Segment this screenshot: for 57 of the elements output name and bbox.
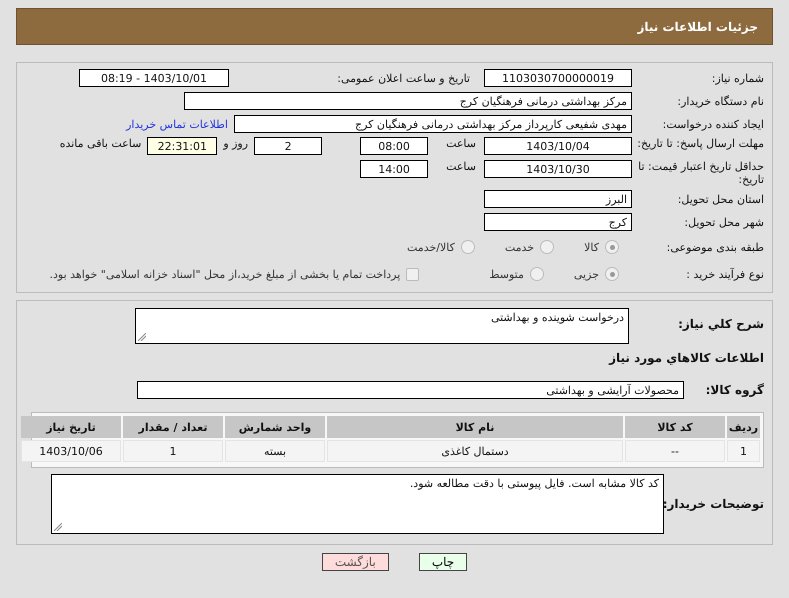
- contact-link[interactable]: اطلاعات تماس خریدار: [126, 118, 228, 130]
- table-cell: دستمال کاغذی: [327, 440, 623, 462]
- column-header: تعداد / مقدار: [123, 416, 223, 438]
- deadline-date-field[interactable]: 1403/10/04: [484, 137, 632, 155]
- column-header: تاریخ نیاز: [21, 416, 121, 438]
- checkbox-label: پرداخت تمام یا بخشی از مبلغ خرید،از محل "اسناد خزانه اسلامی" خواهد بود.: [50, 268, 400, 280]
- field-label: ایجاد کننده درخواست:: [662, 118, 764, 130]
- resize-grip-icon: [54, 523, 62, 531]
- field-label: تاریخ و ساعت اعلان عمومی:: [337, 72, 470, 84]
- validity-date-field[interactable]: 1403/10/30: [484, 160, 632, 178]
- field-label: حداقل تاریخ اعتبار قیمت: تا تاریخ:: [637, 160, 764, 186]
- table-cell: بسته: [225, 440, 325, 462]
- city-field[interactable]: کرج: [484, 213, 632, 231]
- table-cell: 1: [123, 440, 223, 462]
- province-field[interactable]: البرز: [484, 190, 632, 208]
- table-cell: 1403/10/06: [21, 440, 121, 462]
- buyer-org-field[interactable]: مرکز بهداشتی درمانی فرهنگیان کرج: [184, 92, 632, 110]
- table-cell: 1: [727, 440, 760, 462]
- back-button[interactable]: بازگشت: [322, 553, 389, 571]
- announce-date-field[interactable]: 1403/10/01 - 08:19: [79, 69, 229, 87]
- field-label: ساعت باقی مانده: [60, 137, 142, 150]
- resize-grip-icon: [138, 333, 146, 341]
- remaining-time-field[interactable]: 22:31:01: [147, 137, 218, 155]
- notes-textarea[interactable]: کد کالا مشابه است. فایل پیوستی با دقت مطالعه شود.: [51, 474, 664, 534]
- need-number-field[interactable]: 1103030700000019: [484, 69, 632, 87]
- field-label: ساعت: [446, 160, 476, 173]
- deadline-time-field[interactable]: 08:00: [360, 137, 428, 155]
- table-cell: --: [625, 440, 725, 462]
- radio-label: کالا/خدمت: [407, 240, 455, 254]
- field-label: شماره نیاز:: [710, 72, 764, 84]
- section-heading: اطلاعات كالاهاي مورد نياز: [608, 352, 764, 364]
- column-header: واحد شمارش: [225, 416, 325, 438]
- goods-group-field[interactable]: محصولات آرایشی و بهداشتی: [137, 381, 684, 399]
- field-label: روز و: [223, 137, 248, 150]
- radio-label: جزیی: [574, 268, 599, 280]
- field-label: استان محل تحویل:: [676, 192, 764, 206]
- print-button[interactable]: چاپ: [418, 553, 468, 571]
- radio-label: خدمت: [504, 240, 534, 254]
- requester-field[interactable]: مهدی شفیعی کارپرداز مرکز بهداشتی درمانی فرهنگیان کرج: [234, 115, 632, 133]
- field-label: نوع فرآیند خرید :: [685, 268, 764, 280]
- validity-time-field[interactable]: 14:00: [360, 160, 428, 178]
- column-header: نام کالا: [327, 416, 623, 438]
- field-label: توضیحات خریدار:: [664, 498, 764, 511]
- radio-label: کالا: [584, 240, 599, 254]
- radio-label: متوسط: [489, 268, 524, 280]
- field-label: شهر محل تحویل:: [683, 216, 764, 228]
- field-label: شرح كلي نياز:: [677, 318, 764, 331]
- field-label: گروه کالا:: [704, 384, 764, 396]
- summary-textarea[interactable]: درخواست شوینده و بهداشتی: [135, 308, 629, 344]
- field-label: طبقه بندی موضوعی:: [666, 240, 764, 254]
- column-header: کد کالا: [625, 416, 725, 438]
- page-header: جزئیات اطلاعات نیاز: [16, 8, 773, 45]
- field-label: نام دستگاه خریدار:: [676, 94, 764, 108]
- days-field[interactable]: 2: [254, 137, 322, 155]
- field-label: ساعت: [446, 137, 476, 150]
- column-header: ردیف: [727, 416, 760, 438]
- field-label: مهلت ارسال پاسخ: تا تاریخ:: [636, 137, 764, 150]
